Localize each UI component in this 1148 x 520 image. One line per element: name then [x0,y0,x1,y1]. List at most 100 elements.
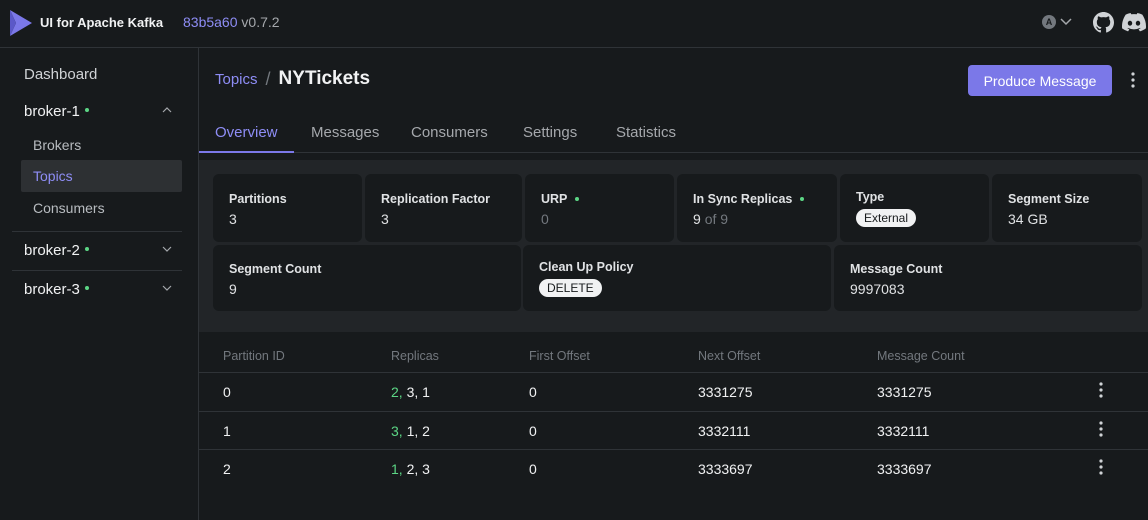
stat-label: In Sync Replicas [693,192,805,206]
replicas: 3, 1, 2 [391,423,430,439]
page-title: NYTickets [278,68,371,89]
online-status-dot [84,108,89,112]
top-navbar: UI for Apache Kafka 83b5a60 v0.7.2 A [0,0,1148,48]
stat-in-sync-replicas: In Sync Replicas 9 of 9 [677,174,837,242]
column-header-first-offset[interactable]: First Offset [529,349,590,363]
leader-replica: 1, [391,461,403,477]
partition-id: 1 [223,423,231,439]
other-replicas: 2, 3 [402,461,430,477]
column-header-message-count[interactable]: Message Count [877,349,965,363]
kebab-menu-icon[interactable] [1128,71,1138,89]
stat-label: URP [541,192,580,206]
avatar: A [1042,15,1056,29]
next-offset: 3331275 [698,384,753,400]
status-dot [800,197,805,201]
stat-value: 0 [541,211,549,227]
stat-segment-count: Segment Count 9 [213,245,521,311]
breadcrumb: Topics / NYTickets [215,68,370,90]
chevron-up-icon [162,107,172,113]
stat-value: 3 [229,211,237,227]
sidebar-item-dashboard[interactable]: Dashboard [24,66,97,83]
type-badge: External [856,209,917,227]
replicas: 1, 2, 3 [391,461,430,477]
partition-id: 0 [223,384,231,400]
message-count: 3331275 [877,384,932,400]
stat-label: Clean Up Policy [539,260,634,274]
partition-id: 2 [223,461,231,477]
sidebar-item-brokers[interactable]: Brokers [21,129,182,161]
kafka-logo-icon[interactable] [8,8,34,38]
produce-message-button[interactable]: Produce Message [968,65,1112,96]
online-status-dot [84,286,89,290]
stat-value: 9997083 [850,281,905,297]
cluster-name: broker-3 [24,280,80,298]
kebab-menu-icon[interactable] [1097,420,1105,438]
user-menu[interactable]: A [1042,15,1072,29]
version-hash[interactable]: 83b5a60 [183,14,238,30]
stat-label: Type [856,190,885,204]
stat-cleanup-policy: Clean Up Policy DELETE [523,245,831,311]
breadcrumb-separator: / [265,68,271,89]
stat-type: Type External [840,174,989,242]
sidebar-cluster-broker-1[interactable]: broker-1 [12,92,182,130]
breadcrumb-topics-link[interactable]: Topics [215,71,258,88]
github-icon[interactable] [1093,12,1114,33]
message-count: 3332111 [877,423,930,439]
other-replicas: 1, 2 [402,423,430,439]
topic-tabs: Overview Messages Consumers Settings Sta… [199,112,1148,153]
in-sync-total: of 9 [704,211,729,227]
next-offset: 3332111 [698,423,751,439]
kebab-menu-icon[interactable] [1097,381,1105,399]
stat-segment-size: Segment Size 34 GB [992,174,1142,242]
stat-value: 3 [381,211,389,227]
leader-replica: 2, [391,384,403,400]
column-header-replicas[interactable]: Replicas [391,349,439,363]
divider [199,372,1148,373]
sidebar-item-consumers[interactable]: Consumers [21,192,182,224]
tab-consumers[interactable]: Consumers [395,112,504,153]
online-status-dot [84,247,89,251]
first-offset: 0 [529,423,537,439]
divider [199,449,1148,450]
stat-partitions: Partitions 3 [213,174,362,242]
stat-label: Replication Factor [381,192,491,206]
cleanup-policy-badge: DELETE [539,279,602,297]
discord-icon[interactable] [1122,13,1146,32]
column-header-next-offset[interactable]: Next Offset [698,349,760,363]
kebab-menu-icon[interactable] [1097,458,1105,476]
cluster-name: broker-1 [24,102,80,120]
stat-label: Partitions [229,192,287,206]
stat-label-text: In Sync Replicas [693,192,793,206]
sidebar-item-topics[interactable]: Topics [21,160,182,192]
app-title[interactable]: UI for Apache Kafka [40,15,163,30]
stat-message-count: Message Count 9997083 [834,245,1142,311]
replicas: 2, 3, 1 [391,384,430,400]
stat-label: Segment Count [229,262,322,276]
tab-messages[interactable]: Messages [295,112,395,153]
chevron-down-icon [1060,18,1072,26]
version-info: 83b5a60 v0.7.2 [183,14,280,30]
first-offset: 0 [529,384,537,400]
stat-value: 9 [229,281,237,297]
chevron-down-icon [162,246,172,252]
sidebar: Dashboard broker-1 Brokers Topics Consum… [0,48,199,520]
stat-label: Segment Size [1008,192,1090,206]
in-sync-count: 9 [693,211,701,227]
sidebar-cluster-broker-2[interactable]: broker-2 [12,231,182,269]
leader-replica: 3, [391,423,403,439]
first-offset: 0 [529,461,537,477]
cluster-name: broker-2 [24,241,80,259]
stat-label-text: URP [541,192,568,206]
tab-statistics[interactable]: Statistics [600,112,692,153]
message-count: 3333697 [877,461,932,477]
divider [199,411,1148,412]
stat-replication-factor: Replication Factor 3 [365,174,522,242]
status-dot [575,197,580,201]
tab-settings[interactable]: Settings [507,112,593,153]
stat-value: 34 GB [1008,211,1048,227]
column-header-partition-id[interactable]: Partition ID [223,349,285,363]
stat-label: Message Count [850,262,943,276]
sidebar-cluster-broker-3[interactable]: broker-3 [12,270,182,308]
tab-overview[interactable]: Overview [199,112,294,153]
version-number: v0.7.2 [241,14,280,30]
